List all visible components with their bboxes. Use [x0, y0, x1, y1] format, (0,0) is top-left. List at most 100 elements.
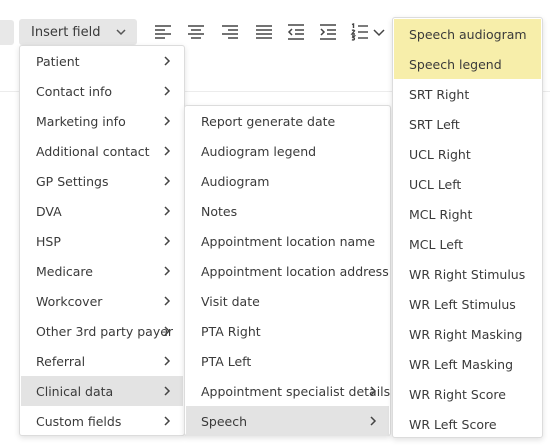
insert-field-menu: Patient Contact info Marketing info Additio…: [19, 45, 185, 436]
menu-item-label: Workcover: [36, 293, 103, 309]
menu-item-appointment-specialist-details[interactable]: Appointment specialist details: [186, 376, 391, 406]
chevron-right-icon: [164, 236, 171, 246]
chevron-right-icon: [164, 386, 171, 396]
menu-item-label: MCL Left: [409, 236, 463, 252]
menu-item-dva[interactable]: DVA: [21, 196, 183, 226]
numbered-list-icon[interactable]: [350, 22, 370, 42]
menu-item-mcl-left[interactable]: MCL Left: [394, 229, 541, 259]
menu-item-label: WR Left Masking: [409, 356, 514, 372]
menu-item-label: PTA Right: [201, 323, 261, 339]
align-left-icon[interactable]: [153, 22, 173, 42]
menu-item-additional-contact[interactable]: Additional contact: [21, 136, 183, 166]
menu-item-audiogram[interactable]: Audiogram: [186, 166, 389, 196]
insert-field-dropdown[interactable]: Insert field: [19, 19, 137, 45]
align-right-icon[interactable]: [220, 22, 240, 42]
menu-item-other-3rd-party-payer[interactable]: Other 3rd party payer: [21, 316, 183, 346]
chevron-down-icon: [116, 29, 126, 36]
menu-item-label: MCL Right: [409, 206, 473, 222]
menu-item-appointment-location-address[interactable]: Appointment location address: [186, 256, 389, 286]
menu-item-referral[interactable]: Referral: [21, 346, 183, 376]
chevron-right-icon: [164, 326, 171, 336]
menu-item-label: Appointment location name: [201, 233, 376, 249]
menu-item-wr-left-masking[interactable]: WR Left Masking: [394, 349, 541, 379]
menu-item-label: WR Right Score: [409, 386, 506, 402]
menu-item-appointment-location-name[interactable]: Appointment location name: [186, 226, 389, 256]
menu-item-label: Marketing info: [36, 113, 126, 129]
menu-item-label: SRT Left: [409, 116, 460, 132]
chevron-right-icon: [370, 416, 377, 426]
menu-item-speech[interactable]: Speech: [186, 406, 389, 436]
menu-item-label: Other 3rd party payer: [36, 323, 174, 339]
speech-submenu: Speech audiogram Speech legend SRT Right SR…: [392, 17, 543, 438]
chevron-right-icon: [370, 386, 377, 396]
chevron-right-icon: [164, 206, 171, 216]
menu-item-wr-left-stimulus[interactable]: WR Left Stimulus: [394, 289, 541, 319]
toolbar-previous-button[interactable]: [0, 20, 14, 45]
menu-item-ucl-left[interactable]: UCL Left: [394, 169, 541, 199]
menu-item-mcl-right[interactable]: MCL Right: [394, 199, 541, 229]
menu-item-label: Speech audiogram: [409, 26, 527, 42]
menu-item-speech-legend[interactable]: Speech legend: [394, 49, 541, 79]
menu-item-contact-info[interactable]: Contact info: [21, 76, 183, 106]
menu-item-clinical-data[interactable]: Clinical data: [21, 376, 183, 406]
menu-item-srt-right[interactable]: SRT Right: [394, 79, 541, 109]
menu-item-label: Audiogram: [201, 173, 270, 189]
menu-item-ucl-right[interactable]: UCL Right: [394, 139, 541, 169]
menu-item-visit-date[interactable]: Visit date: [186, 286, 389, 316]
indent-icon[interactable]: [318, 22, 338, 42]
chevron-right-icon: [164, 86, 171, 96]
menu-item-label: HSP: [36, 233, 61, 249]
menu-item-notes[interactable]: Notes: [186, 196, 389, 226]
menu-item-label: Visit date: [201, 293, 260, 309]
list-options-chevron-down-icon[interactable]: [372, 22, 386, 42]
menu-item-label: Additional contact: [36, 143, 150, 159]
menu-item-label: Report generate date: [201, 113, 336, 129]
menu-item-gp-settings[interactable]: GP Settings: [21, 166, 183, 196]
chevron-right-icon: [164, 146, 171, 156]
chevron-right-icon: [164, 356, 171, 366]
clinical-data-submenu: Report generate date Audiogram legend Audi…: [184, 105, 391, 436]
chevron-right-icon: [164, 56, 171, 66]
align-justify-icon[interactable]: [254, 22, 274, 42]
menu-item-label: Appointment specialist details: [201, 383, 391, 399]
menu-item-label: Appointment location address: [201, 263, 389, 279]
menu-item-medicare[interactable]: Medicare: [21, 256, 183, 286]
menu-item-audiogram-legend[interactable]: Audiogram legend: [186, 136, 389, 166]
align-center-icon[interactable]: [186, 22, 206, 42]
menu-item-label: Medicare: [36, 263, 93, 279]
menu-item-label: Audiogram legend: [201, 143, 317, 159]
menu-item-wr-left-score[interactable]: WR Left Score: [394, 409, 541, 439]
menu-item-pta-right[interactable]: PTA Right: [186, 316, 389, 346]
menu-item-wr-right-stimulus[interactable]: WR Right Stimulus: [394, 259, 541, 289]
menu-item-label: Notes: [201, 203, 238, 219]
menu-item-label: Patient: [36, 53, 80, 69]
menu-item-marketing-info[interactable]: Marketing info: [21, 106, 183, 136]
menu-item-label: UCL Left: [409, 176, 462, 192]
menu-item-report-generate-date[interactable]: Report generate date: [186, 106, 389, 136]
chevron-right-icon: [164, 176, 171, 186]
menu-item-label: WR Right Stimulus: [409, 266, 526, 282]
menu-item-label: SRT Right: [409, 86, 470, 102]
menu-item-patient[interactable]: Patient: [21, 46, 183, 76]
menu-item-workcover[interactable]: Workcover: [21, 286, 183, 316]
menu-item-label: DVA: [36, 203, 62, 219]
menu-item-srt-left[interactable]: SRT Left: [394, 109, 541, 139]
menu-item-speech-audiogram[interactable]: Speech audiogram: [394, 19, 541, 49]
menu-item-pta-left[interactable]: PTA Left: [186, 346, 389, 376]
chevron-right-icon: [164, 266, 171, 276]
menu-item-label: Custom fields: [36, 413, 122, 429]
outdent-icon[interactable]: [286, 22, 306, 42]
menu-item-label: WR Left Stimulus: [409, 296, 516, 312]
menu-item-label: PTA Left: [201, 353, 252, 369]
menu-item-wr-right-score[interactable]: WR Right Score: [394, 379, 541, 409]
menu-item-label: UCL Right: [409, 146, 471, 162]
menu-item-label: GP Settings: [36, 173, 109, 189]
menu-item-custom-fields[interactable]: Custom fields: [21, 406, 183, 436]
menu-item-label: Speech: [201, 413, 248, 429]
chevron-right-icon: [164, 116, 171, 126]
menu-item-label: Contact info: [36, 83, 113, 99]
menu-item-hsp[interactable]: HSP: [21, 226, 183, 256]
menu-item-wr-right-masking[interactable]: WR Right Masking: [394, 319, 541, 349]
menu-item-label: Clinical data: [36, 383, 114, 399]
chevron-right-icon: [164, 296, 171, 306]
